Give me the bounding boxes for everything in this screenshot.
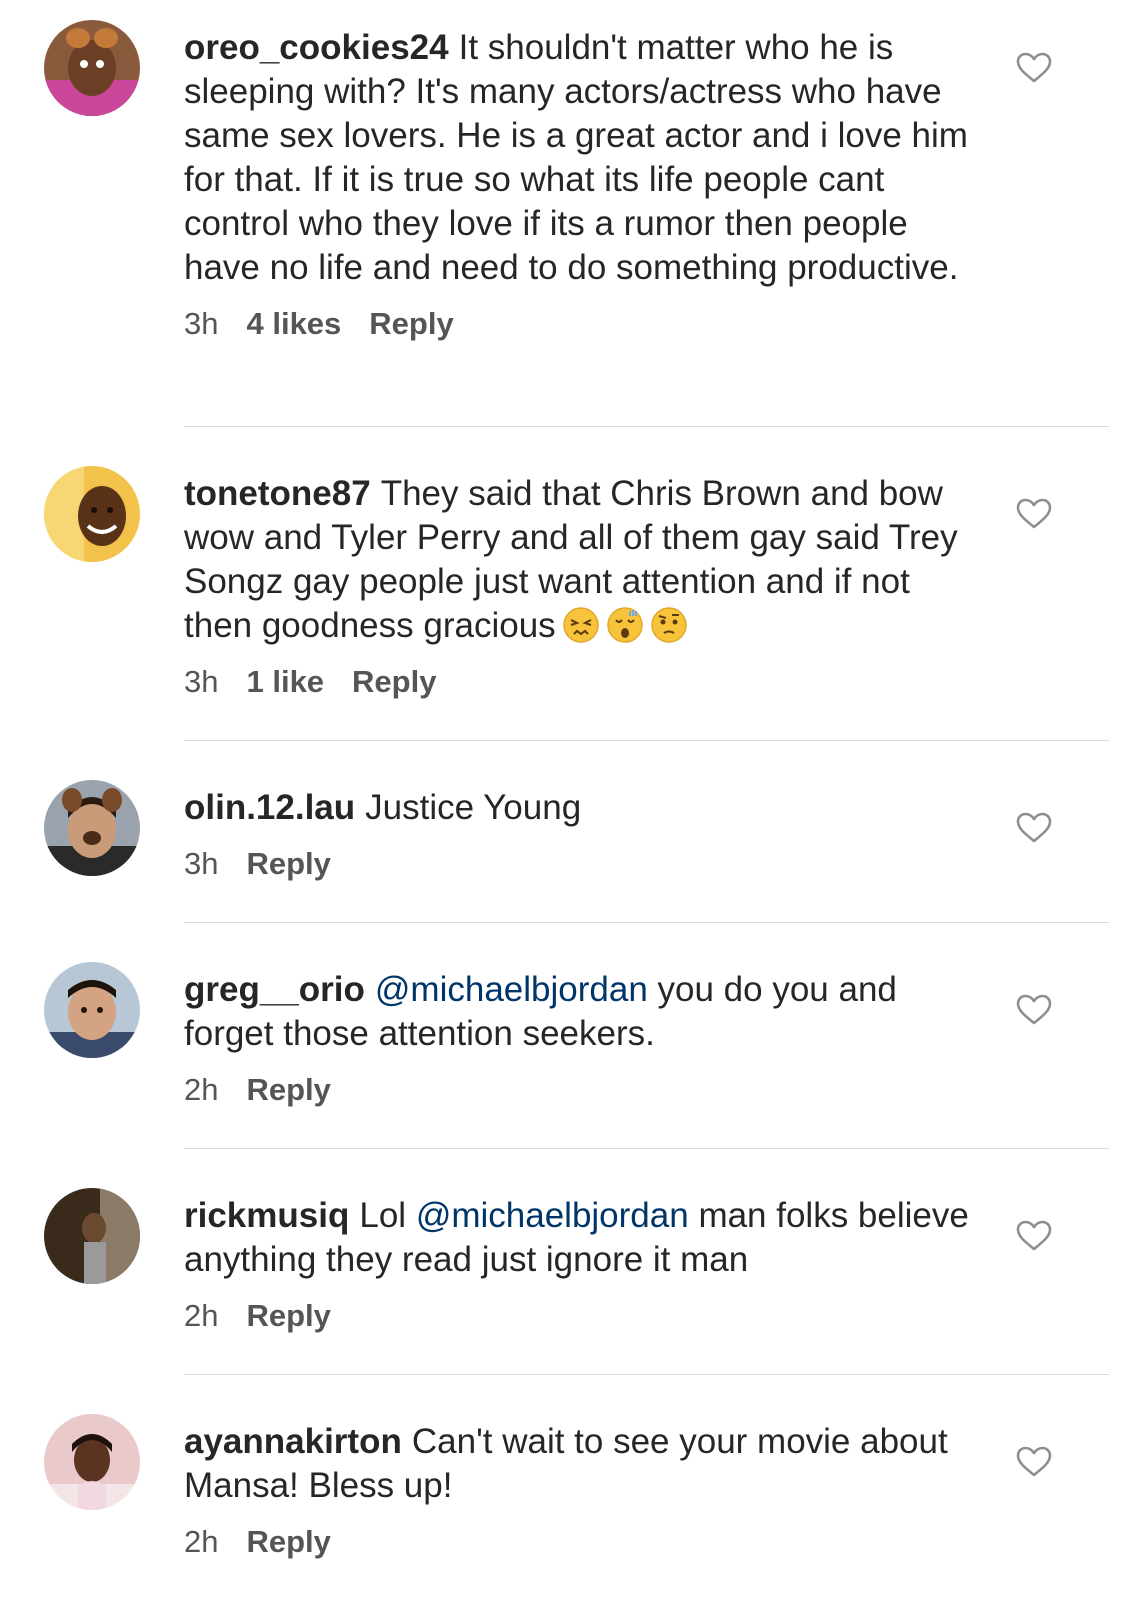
comment-meta: 3h Reply xyxy=(184,844,974,884)
reply-button[interactable]: Reply xyxy=(246,1296,330,1336)
comment-text: olin.12.lau Justice Young xyxy=(184,786,974,830)
mention-link[interactable]: @michaelbjordan xyxy=(416,1196,689,1235)
comment-meta: 2h Reply xyxy=(184,1296,974,1336)
comment-body-prefix: Lol xyxy=(359,1196,407,1235)
comment-time: 2h xyxy=(184,1298,219,1333)
reply-button[interactable]: Reply xyxy=(352,662,436,702)
comment-time: 3h xyxy=(184,846,219,881)
comment-meta: 3h 1 like Reply xyxy=(184,662,974,702)
avatar[interactable] xyxy=(44,1188,140,1284)
comment-meta: 2h Reply xyxy=(184,1522,974,1562)
comment-username[interactable]: oreo_cookies24 xyxy=(184,28,449,67)
comment-divider xyxy=(184,740,1109,741)
comment-divider xyxy=(184,1374,1109,1375)
comment-meta: 2h Reply xyxy=(184,1070,974,1110)
comment-text: tonetone87 They said that Chris Brown and… xyxy=(184,472,974,648)
avatar[interactable] xyxy=(44,466,140,562)
comment-username[interactable]: ayannakirton xyxy=(184,1422,402,1461)
reply-button[interactable]: Reply xyxy=(369,304,453,344)
comment-username[interactable]: greg__orio xyxy=(184,970,365,1009)
comment-time: 2h xyxy=(184,1072,219,1107)
heart-outline-icon[interactable] xyxy=(1016,1220,1052,1252)
comment-divider xyxy=(184,426,1109,427)
heart-outline-icon[interactable] xyxy=(1016,994,1052,1026)
comment-text: ayannakirton Can't wait to see your movie… xyxy=(184,1420,974,1508)
reply-button[interactable]: Reply xyxy=(246,1522,330,1562)
avatar[interactable] xyxy=(44,962,140,1058)
comment-likes[interactable]: 4 likes xyxy=(246,304,341,344)
user-avatar-icon xyxy=(44,780,140,876)
comment-text: greg__orio @michaelbjordan you do you and… xyxy=(184,968,974,1056)
comment-time: 3h xyxy=(184,306,219,341)
persevering-face-emoji-icon xyxy=(562,607,599,643)
astonished-face-emoji-icon xyxy=(606,607,643,643)
heart-outline-icon[interactable] xyxy=(1016,812,1052,844)
comment-body: Justice Young xyxy=(365,788,582,827)
comment-time: 3h xyxy=(184,664,219,699)
comment-divider xyxy=(184,922,1109,923)
mention-link[interactable]: @michaelbjordan xyxy=(375,970,648,1009)
user-avatar-icon xyxy=(44,466,140,562)
comment-username[interactable]: olin.12.lau xyxy=(184,788,355,827)
heart-outline-icon[interactable] xyxy=(1016,498,1052,530)
comment-username[interactable]: rickmusiq xyxy=(184,1196,349,1235)
comment-username[interactable]: tonetone87 xyxy=(184,474,371,513)
comment-likes[interactable]: 1 like xyxy=(246,662,324,702)
avatar[interactable] xyxy=(44,20,140,116)
comment-meta: 3h 4 likes Reply xyxy=(184,304,974,344)
reply-button[interactable]: Reply xyxy=(246,1070,330,1110)
reply-button[interactable]: Reply xyxy=(246,844,330,884)
comment-time: 2h xyxy=(184,1524,219,1559)
user-avatar-icon xyxy=(44,962,140,1058)
heart-outline-icon[interactable] xyxy=(1016,52,1052,84)
user-avatar-icon xyxy=(44,20,140,116)
avatar[interactable] xyxy=(44,1414,140,1510)
avatar[interactable] xyxy=(44,780,140,876)
raised-eyebrow-face-emoji-icon xyxy=(650,607,687,643)
user-avatar-icon xyxy=(44,1414,140,1510)
user-avatar-icon xyxy=(44,1188,140,1284)
comment-text: rickmusiq Lol @michaelbjordan man folks b… xyxy=(184,1194,974,1282)
comment-text: oreo_cookies24 It shouldn't matter who he… xyxy=(184,26,974,290)
heart-outline-icon[interactable] xyxy=(1016,1446,1052,1478)
comment-divider xyxy=(184,1148,1109,1149)
